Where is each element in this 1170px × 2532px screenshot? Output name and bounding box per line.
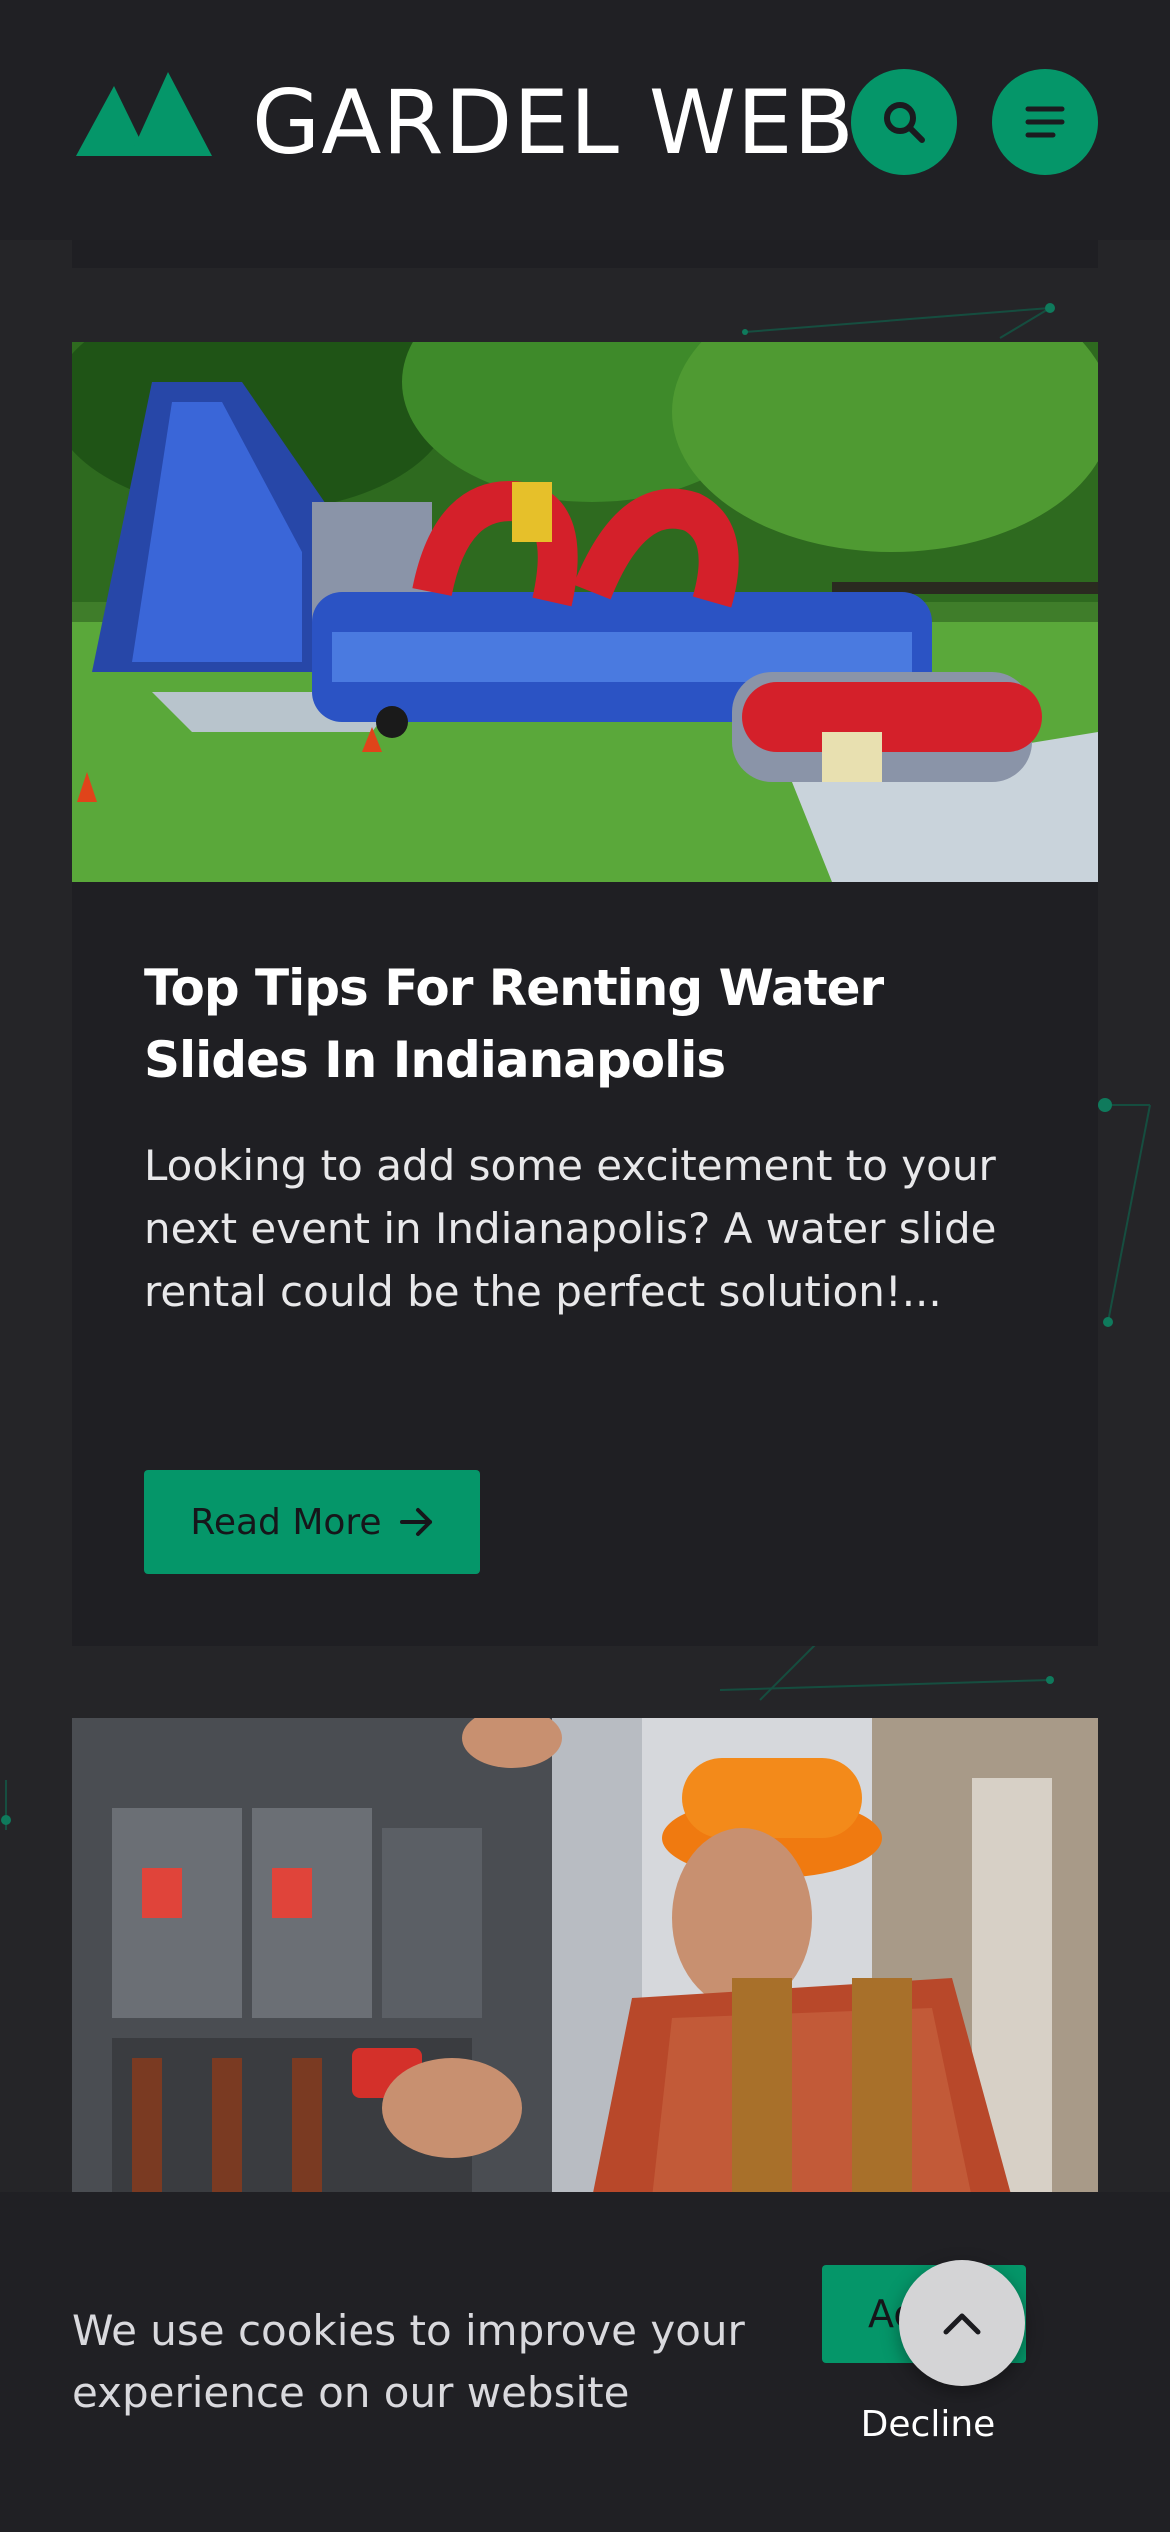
electrician-photo[interactable] bbox=[72, 1718, 1098, 2198]
mountain-logo-icon[interactable] bbox=[76, 72, 212, 156]
read-more-label: Read More bbox=[190, 1501, 382, 1543]
chevron-up-icon bbox=[943, 2313, 981, 2335]
search-button[interactable] bbox=[851, 69, 957, 175]
menu-icon bbox=[1025, 106, 1065, 138]
post-card: Top Tips For Renting Water Slides In Ind… bbox=[72, 342, 1098, 1646]
water-slide-photo[interactable] bbox=[72, 342, 1098, 882]
read-more-button[interactable]: Read More bbox=[144, 1470, 480, 1574]
scroll-to-top-button[interactable] bbox=[899, 2260, 1025, 2386]
search-icon bbox=[884, 102, 925, 143]
previous-post-card bbox=[72, 240, 1098, 268]
post-card bbox=[72, 1718, 1098, 2198]
post-excerpt: Looking to add some excitement to your n… bbox=[144, 1141, 997, 1316]
cookie-message: We use cookies to improve your experienc… bbox=[72, 2306, 745, 2417]
decline-button[interactable]: Decline bbox=[838, 2404, 1018, 2454]
menu-button[interactable] bbox=[992, 69, 1098, 175]
arrow-right-icon bbox=[399, 1508, 432, 1536]
site-title[interactable]: GARDEL WEB bbox=[252, 68, 855, 178]
site-header: GARDEL WEB bbox=[0, 0, 1170, 240]
post-title[interactable]: Top Tips For Renting Water Slides In Ind… bbox=[144, 952, 1024, 1096]
